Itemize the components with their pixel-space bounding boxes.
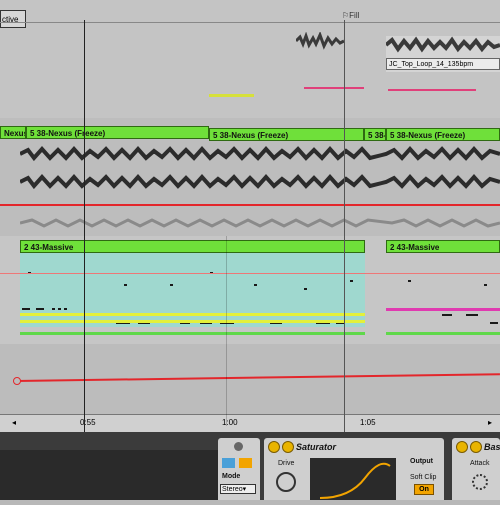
nexus-clip-4[interactable]: 5 38-Nexus (Freeze) <box>386 128 500 141</box>
bass-device: Bass Attack <box>452 438 500 500</box>
massive-clip-2-notes[interactable] <box>386 253 500 327</box>
saturation-curve <box>319 462 391 499</box>
timeline-ruler[interactable]: 0:55 1:00 1:05 ◂ ▸ <box>0 414 500 433</box>
midi-note <box>52 308 55 310</box>
utility-toggle-r[interactable] <box>239 458 252 468</box>
bass-power-icon[interactable] <box>456 441 468 453</box>
locator-fill[interactable]: ⚐Fill <box>342 11 359 20</box>
nexus-waveform-top <box>20 145 500 162</box>
midi-note <box>408 280 411 282</box>
midi-note <box>350 280 353 282</box>
saturator-power-icon[interactable] <box>268 441 280 453</box>
utility-mode-select[interactable]: Stereo▾ <box>220 484 256 494</box>
attack-knob[interactable] <box>472 474 488 490</box>
saturator-title: Saturator <box>296 442 337 452</box>
nexus-automation-line <box>0 204 500 206</box>
soft-clip-label: Soft Clip <box>410 474 437 481</box>
midi-note <box>64 308 67 310</box>
saturator-curve-display <box>310 458 396 500</box>
utility-toggle-l[interactable] <box>222 458 235 468</box>
utility-power-icon[interactable] <box>234 442 243 451</box>
nexus-waveform-bottom <box>20 173 500 190</box>
bass-attack-label: Attack <box>470 460 490 467</box>
midi-note <box>170 284 173 286</box>
drive-knob[interactable] <box>276 472 296 492</box>
yellow-lane-1 <box>20 313 365 316</box>
nexus-clip-0[interactable]: Nexus <box>0 126 26 139</box>
scroll-left-arrow-icon[interactable]: ◂ <box>12 418 16 427</box>
saturator-output-label: Output <box>410 458 433 465</box>
saturator-drive-label: Drive <box>278 460 295 467</box>
utility-mode-label: Mode <box>222 473 241 480</box>
pink-lane <box>386 308 500 311</box>
midi-note <box>466 314 478 316</box>
automation-ramp <box>15 373 500 382</box>
midi-note <box>36 308 44 310</box>
saturator-fold-icon[interactable] <box>282 441 294 453</box>
midi-note <box>124 284 127 286</box>
automation-breakpoint-icon[interactable] <box>13 377 21 385</box>
green-lane-2 <box>386 332 500 335</box>
automation-lane <box>0 344 500 416</box>
fill-locator-line[interactable] <box>344 20 345 432</box>
top-lane-divider <box>0 22 500 23</box>
loop-clip[interactable]: JC_Top_Loop_14_135bpm <box>386 36 500 72</box>
saturator-device: Saturator Drive Output Soft Clip On <box>264 438 444 500</box>
pink-automation-segment-1 <box>304 87 364 89</box>
bass-fold-icon[interactable] <box>470 441 482 453</box>
massive-track: 2 43-Massive 2 43-Massive <box>0 236 500 344</box>
time-marker-1: 0:55 <box>80 418 96 427</box>
loop-clip-label: JC_Top_Loop_14_135bpm <box>386 58 500 70</box>
top-lane: ctive ⚐Fill JC_Top_Loop_14_135bpm <box>0 0 500 118</box>
playhead[interactable] <box>84 20 85 432</box>
massive-clip-2-header[interactable]: 2 43-Massive <box>386 240 500 253</box>
time-marker-3: 1:05 <box>360 418 376 427</box>
massive-divider-red <box>0 273 500 274</box>
midi-note <box>22 308 30 310</box>
nexus-clip-2[interactable]: 5 38-Nexus (Freeze) <box>209 128 364 141</box>
nexus-clip-3[interactable]: 5 38- <box>364 128 386 141</box>
green-lane <box>20 332 365 335</box>
nexus-track: Nexus 5 38-Nexus (Freeze) 5 38-Nexus (Fr… <box>0 118 500 236</box>
pink-automation-segment-2 <box>388 89 476 91</box>
midi-note <box>58 308 61 310</box>
yellow-lane-2 <box>20 320 365 323</box>
loop-clip-waveform <box>386 36 500 53</box>
track-label-partial: ctive <box>0 10 26 28</box>
time-marker-2: 1:00 <box>222 418 238 427</box>
midi-note <box>254 284 257 286</box>
device-display <box>0 450 220 500</box>
scroll-right-arrow-icon[interactable]: ▸ <box>488 418 492 427</box>
midi-note <box>304 288 307 290</box>
chevron-down-icon: ▾ <box>242 486 247 493</box>
utility-device: Mode Stereo▾ <box>218 438 260 500</box>
top-waveform-1 <box>296 32 345 50</box>
yellow-automation-segment <box>209 94 254 97</box>
beat-gridline <box>226 236 227 426</box>
midi-note <box>490 322 498 324</box>
nexus-ghost-waveform <box>20 218 500 228</box>
midi-note <box>484 284 487 286</box>
soft-clip-toggle[interactable]: On <box>414 484 434 495</box>
midi-note <box>442 314 452 316</box>
bass-title: Bass <box>484 442 500 452</box>
massive-clip-1-header[interactable]: 2 43-Massive <box>20 240 365 253</box>
nexus-clip-1[interactable]: 5 38-Nexus (Freeze) <box>26 126 209 139</box>
